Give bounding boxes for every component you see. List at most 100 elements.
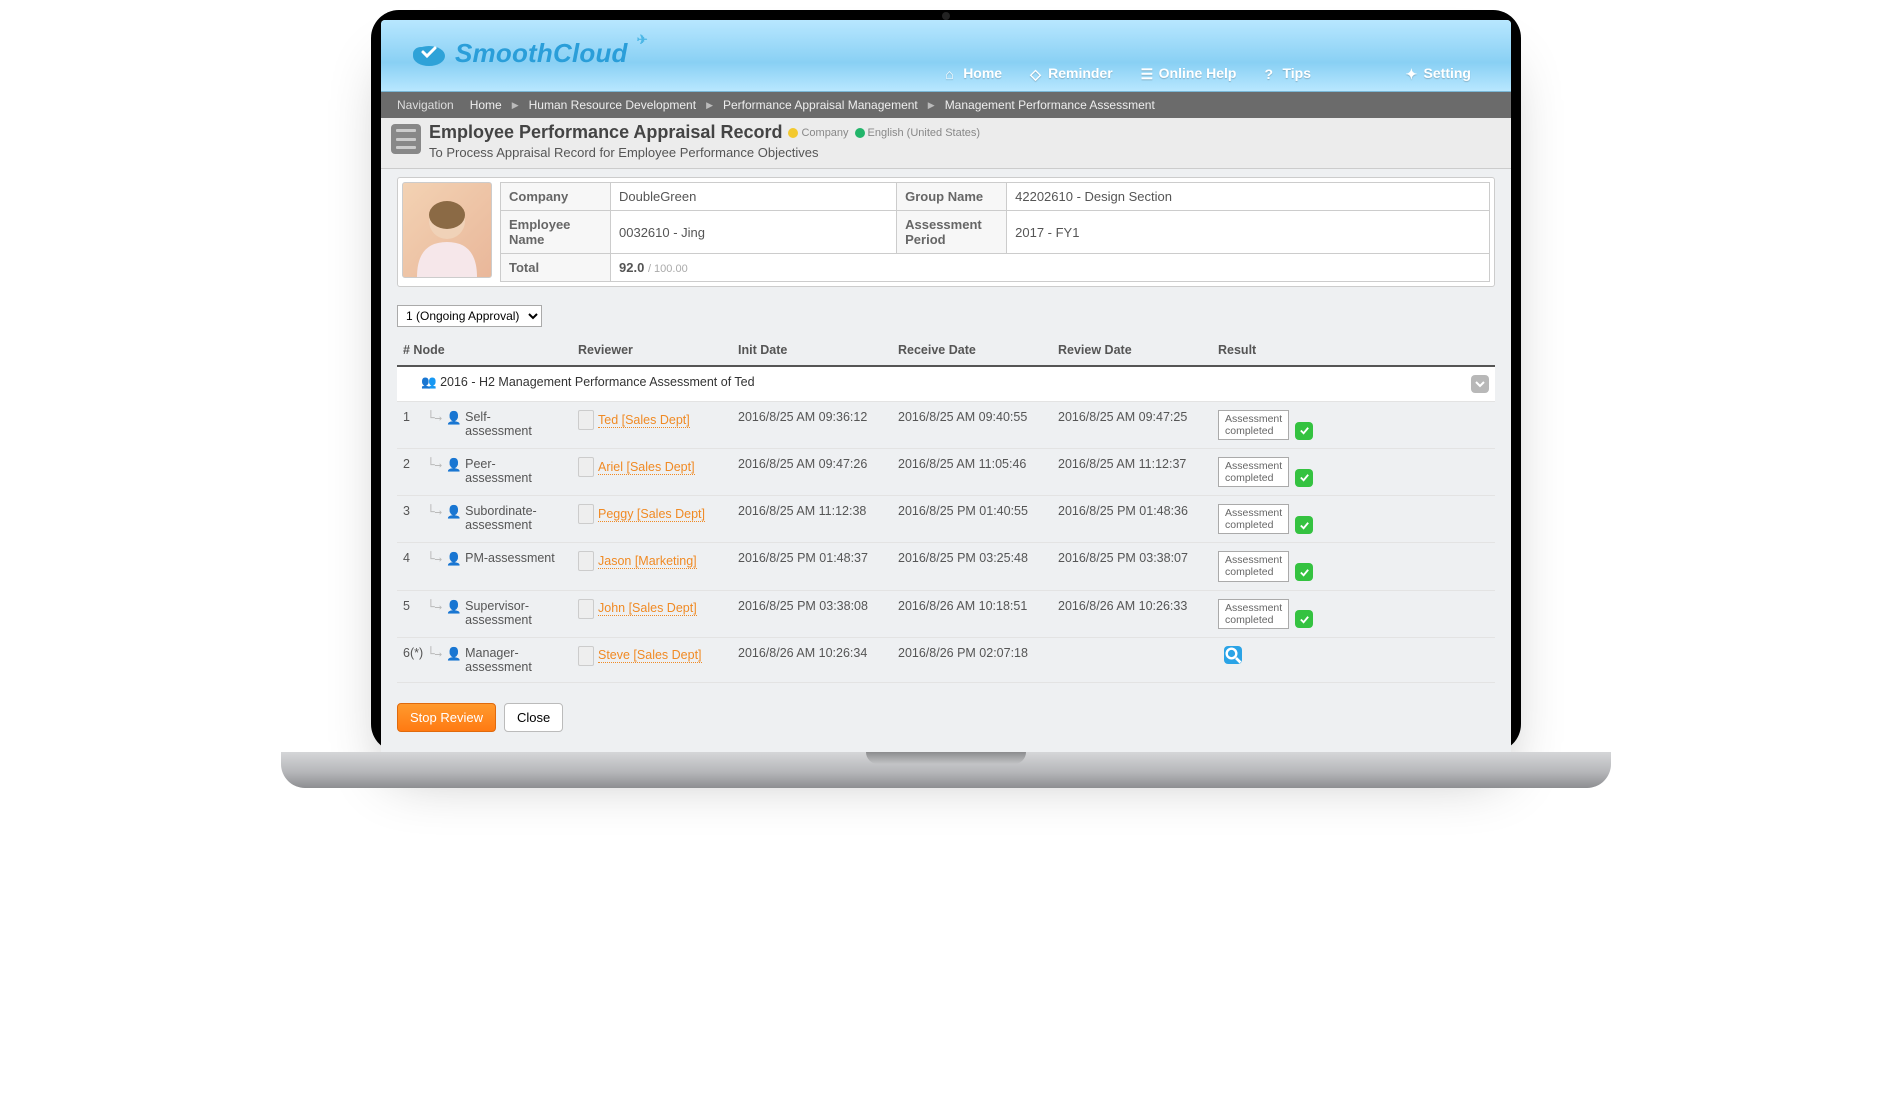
tree-arrow-icon: └→ bbox=[427, 410, 446, 425]
reviewer-link[interactable]: Ariel [Sales Dept] bbox=[598, 460, 695, 475]
chevron-right-icon: ▶ bbox=[512, 100, 519, 111]
reviewer-avatar bbox=[578, 551, 594, 571]
nav-home[interactable]: ⌂Home bbox=[945, 65, 1002, 81]
row-index: 3 bbox=[403, 504, 427, 518]
person-icon: 👤 bbox=[446, 505, 462, 519]
reviewer-avatar bbox=[578, 457, 594, 477]
gear-icon: ✦ bbox=[1406, 66, 1420, 80]
result-cell bbox=[1212, 637, 1495, 682]
node-name: Peer-assessment bbox=[465, 457, 555, 485]
col-receive: Receive Date bbox=[892, 335, 1052, 366]
total-label: Total bbox=[501, 254, 611, 282]
col-review: Review Date bbox=[1052, 335, 1212, 366]
receive-date: 2016/8/26 PM 02:07:18 bbox=[892, 637, 1052, 682]
group-value: 42202610 - Design Section bbox=[1007, 183, 1490, 211]
review-date: 2016/8/25 AM 11:12:37 bbox=[1052, 449, 1212, 496]
check-icon bbox=[1295, 563, 1313, 581]
col-reviewer: Reviewer bbox=[572, 335, 732, 366]
nav-online-help[interactable]: ☰ Online Help bbox=[1141, 65, 1237, 81]
nav-home-label: Home bbox=[963, 65, 1002, 81]
check-icon bbox=[1295, 422, 1313, 440]
result-cell: Assessmentcompleted bbox=[1212, 449, 1495, 496]
check-icon bbox=[1295, 469, 1313, 487]
receive-date: 2016/8/26 AM 10:18:51 bbox=[892, 590, 1052, 637]
reviewer-avatar bbox=[578, 410, 594, 430]
company-scope-badge: Company bbox=[788, 127, 848, 139]
review-table: # Node Reviewer Init Date Receive Date R… bbox=[397, 335, 1495, 683]
employee-name-value: 0032610 - Jing bbox=[611, 211, 897, 254]
app-header: SmoothCloud ✈ ⌂Home ◇Reminder ☰Online He… bbox=[381, 20, 1511, 92]
receive-date: 2016/8/25 PM 03:25:48 bbox=[892, 543, 1052, 590]
row-index: 4 bbox=[403, 551, 427, 565]
init-date: 2016/8/25 AM 11:12:38 bbox=[732, 496, 892, 543]
assessment-period-label: Assessment Period bbox=[897, 211, 1007, 254]
group-label: Group Name bbox=[897, 183, 1007, 211]
review-date bbox=[1052, 637, 1212, 682]
search-icon[interactable] bbox=[1224, 646, 1242, 664]
employee-avatar bbox=[402, 182, 492, 278]
table-row: 1└→👤 Self-assessmentTed [Sales Dept]2016… bbox=[397, 402, 1495, 449]
node-name: Subordinate-assessment bbox=[465, 504, 555, 532]
collapse-icon[interactable] bbox=[1471, 375, 1489, 393]
breadcrumb-item[interactable]: Home bbox=[470, 98, 502, 112]
chevron-right-icon: ▶ bbox=[706, 100, 713, 111]
row-index: 5 bbox=[403, 599, 427, 613]
node-name: Self-assessment bbox=[465, 410, 555, 438]
result-status: Assessmentcompleted bbox=[1218, 599, 1289, 629]
company-value: DoubleGreen bbox=[611, 183, 897, 211]
nav-help-label: Online Help bbox=[1159, 65, 1237, 81]
receive-date: 2016/8/25 AM 11:05:46 bbox=[892, 449, 1052, 496]
company-label: Company bbox=[501, 183, 611, 211]
col-init: Init Date bbox=[732, 335, 892, 366]
tree-arrow-icon: └→ bbox=[427, 551, 446, 566]
init-date: 2016/8/26 AM 10:26:34 bbox=[732, 637, 892, 682]
breadcrumb-item[interactable]: Management Performance Assessment bbox=[945, 98, 1155, 112]
person-icon: 👤 bbox=[446, 458, 462, 472]
init-date: 2016/8/25 AM 09:36:12 bbox=[732, 402, 892, 449]
help-icon: ☰ bbox=[1141, 66, 1155, 80]
init-date: 2016/8/25 PM 01:48:37 bbox=[732, 543, 892, 590]
breadcrumb-item[interactable]: Performance Appraisal Management bbox=[723, 98, 918, 112]
reviewer-link[interactable]: Ted [Sales Dept] bbox=[598, 413, 690, 428]
review-date: 2016/8/25 PM 01:48:36 bbox=[1052, 496, 1212, 543]
reviewer-avatar bbox=[578, 599, 594, 619]
close-button[interactable]: Close bbox=[504, 703, 563, 732]
result-cell: Assessmentcompleted bbox=[1212, 496, 1495, 543]
reviewer-link[interactable]: Peggy [Sales Dept] bbox=[598, 507, 705, 522]
review-date: 2016/8/26 AM 10:26:33 bbox=[1052, 590, 1212, 637]
reviewer-link[interactable]: John [Sales Dept] bbox=[598, 601, 697, 616]
bell-icon: ◇ bbox=[1030, 66, 1044, 80]
breadcrumb-label: Navigation bbox=[397, 98, 454, 112]
reviewer-link[interactable]: Jason [Marketing] bbox=[598, 554, 697, 569]
reviewer-avatar bbox=[578, 504, 594, 524]
person-icon: 👤 bbox=[446, 647, 462, 661]
table-row: 6(*)└→👤 Manager-assessmentSteve [Sales D… bbox=[397, 637, 1495, 682]
assessment-group-title: 2016 - H2 Management Performance Assessm… bbox=[440, 375, 755, 389]
reviewer-link[interactable]: Steve [Sales Dept] bbox=[598, 648, 702, 663]
node-name: PM-assessment bbox=[465, 551, 555, 565]
laptop-base bbox=[281, 752, 1611, 788]
person-icon: 👤 bbox=[446, 552, 462, 566]
approval-status-select[interactable]: 1 (Ongoing Approval) bbox=[397, 305, 542, 327]
person-icon: 👤 bbox=[446, 411, 462, 425]
init-date: 2016/8/25 AM 09:47:26 bbox=[732, 449, 892, 496]
table-row: 3└→👤 Subordinate-assessmentPeggy [Sales … bbox=[397, 496, 1495, 543]
result-cell: Assessmentcompleted bbox=[1212, 590, 1495, 637]
result-status: Assessmentcompleted bbox=[1218, 457, 1289, 487]
row-index: 2 bbox=[403, 457, 427, 471]
nav-setting[interactable]: ✦Setting bbox=[1406, 65, 1471, 81]
tips-icon: ? bbox=[1264, 66, 1278, 80]
total-max: / 100.00 bbox=[648, 263, 688, 275]
total-value: 92.0 / 100.00 bbox=[611, 254, 1490, 282]
result-status: Assessmentcompleted bbox=[1218, 504, 1289, 534]
stop-review-button[interactable]: Stop Review bbox=[397, 703, 496, 732]
employee-info-card: Company DoubleGreen Group Name 42202610 … bbox=[397, 177, 1495, 287]
nav-tips[interactable]: ?Tips bbox=[1264, 65, 1311, 81]
server-icon bbox=[391, 124, 421, 154]
cloud-icon bbox=[409, 40, 449, 68]
assessment-group-row: 👥 2016 - H2 Management Performance Asses… bbox=[397, 366, 1495, 402]
breadcrumb-item[interactable]: Human Resource Development bbox=[529, 98, 696, 112]
table-row: 4└→👤 PM-assessment Jason [Marketing] 2016/… bbox=[397, 543, 1495, 590]
node-name: Manager-assessment bbox=[465, 646, 555, 674]
nav-reminder[interactable]: ◇Reminder bbox=[1030, 65, 1113, 81]
